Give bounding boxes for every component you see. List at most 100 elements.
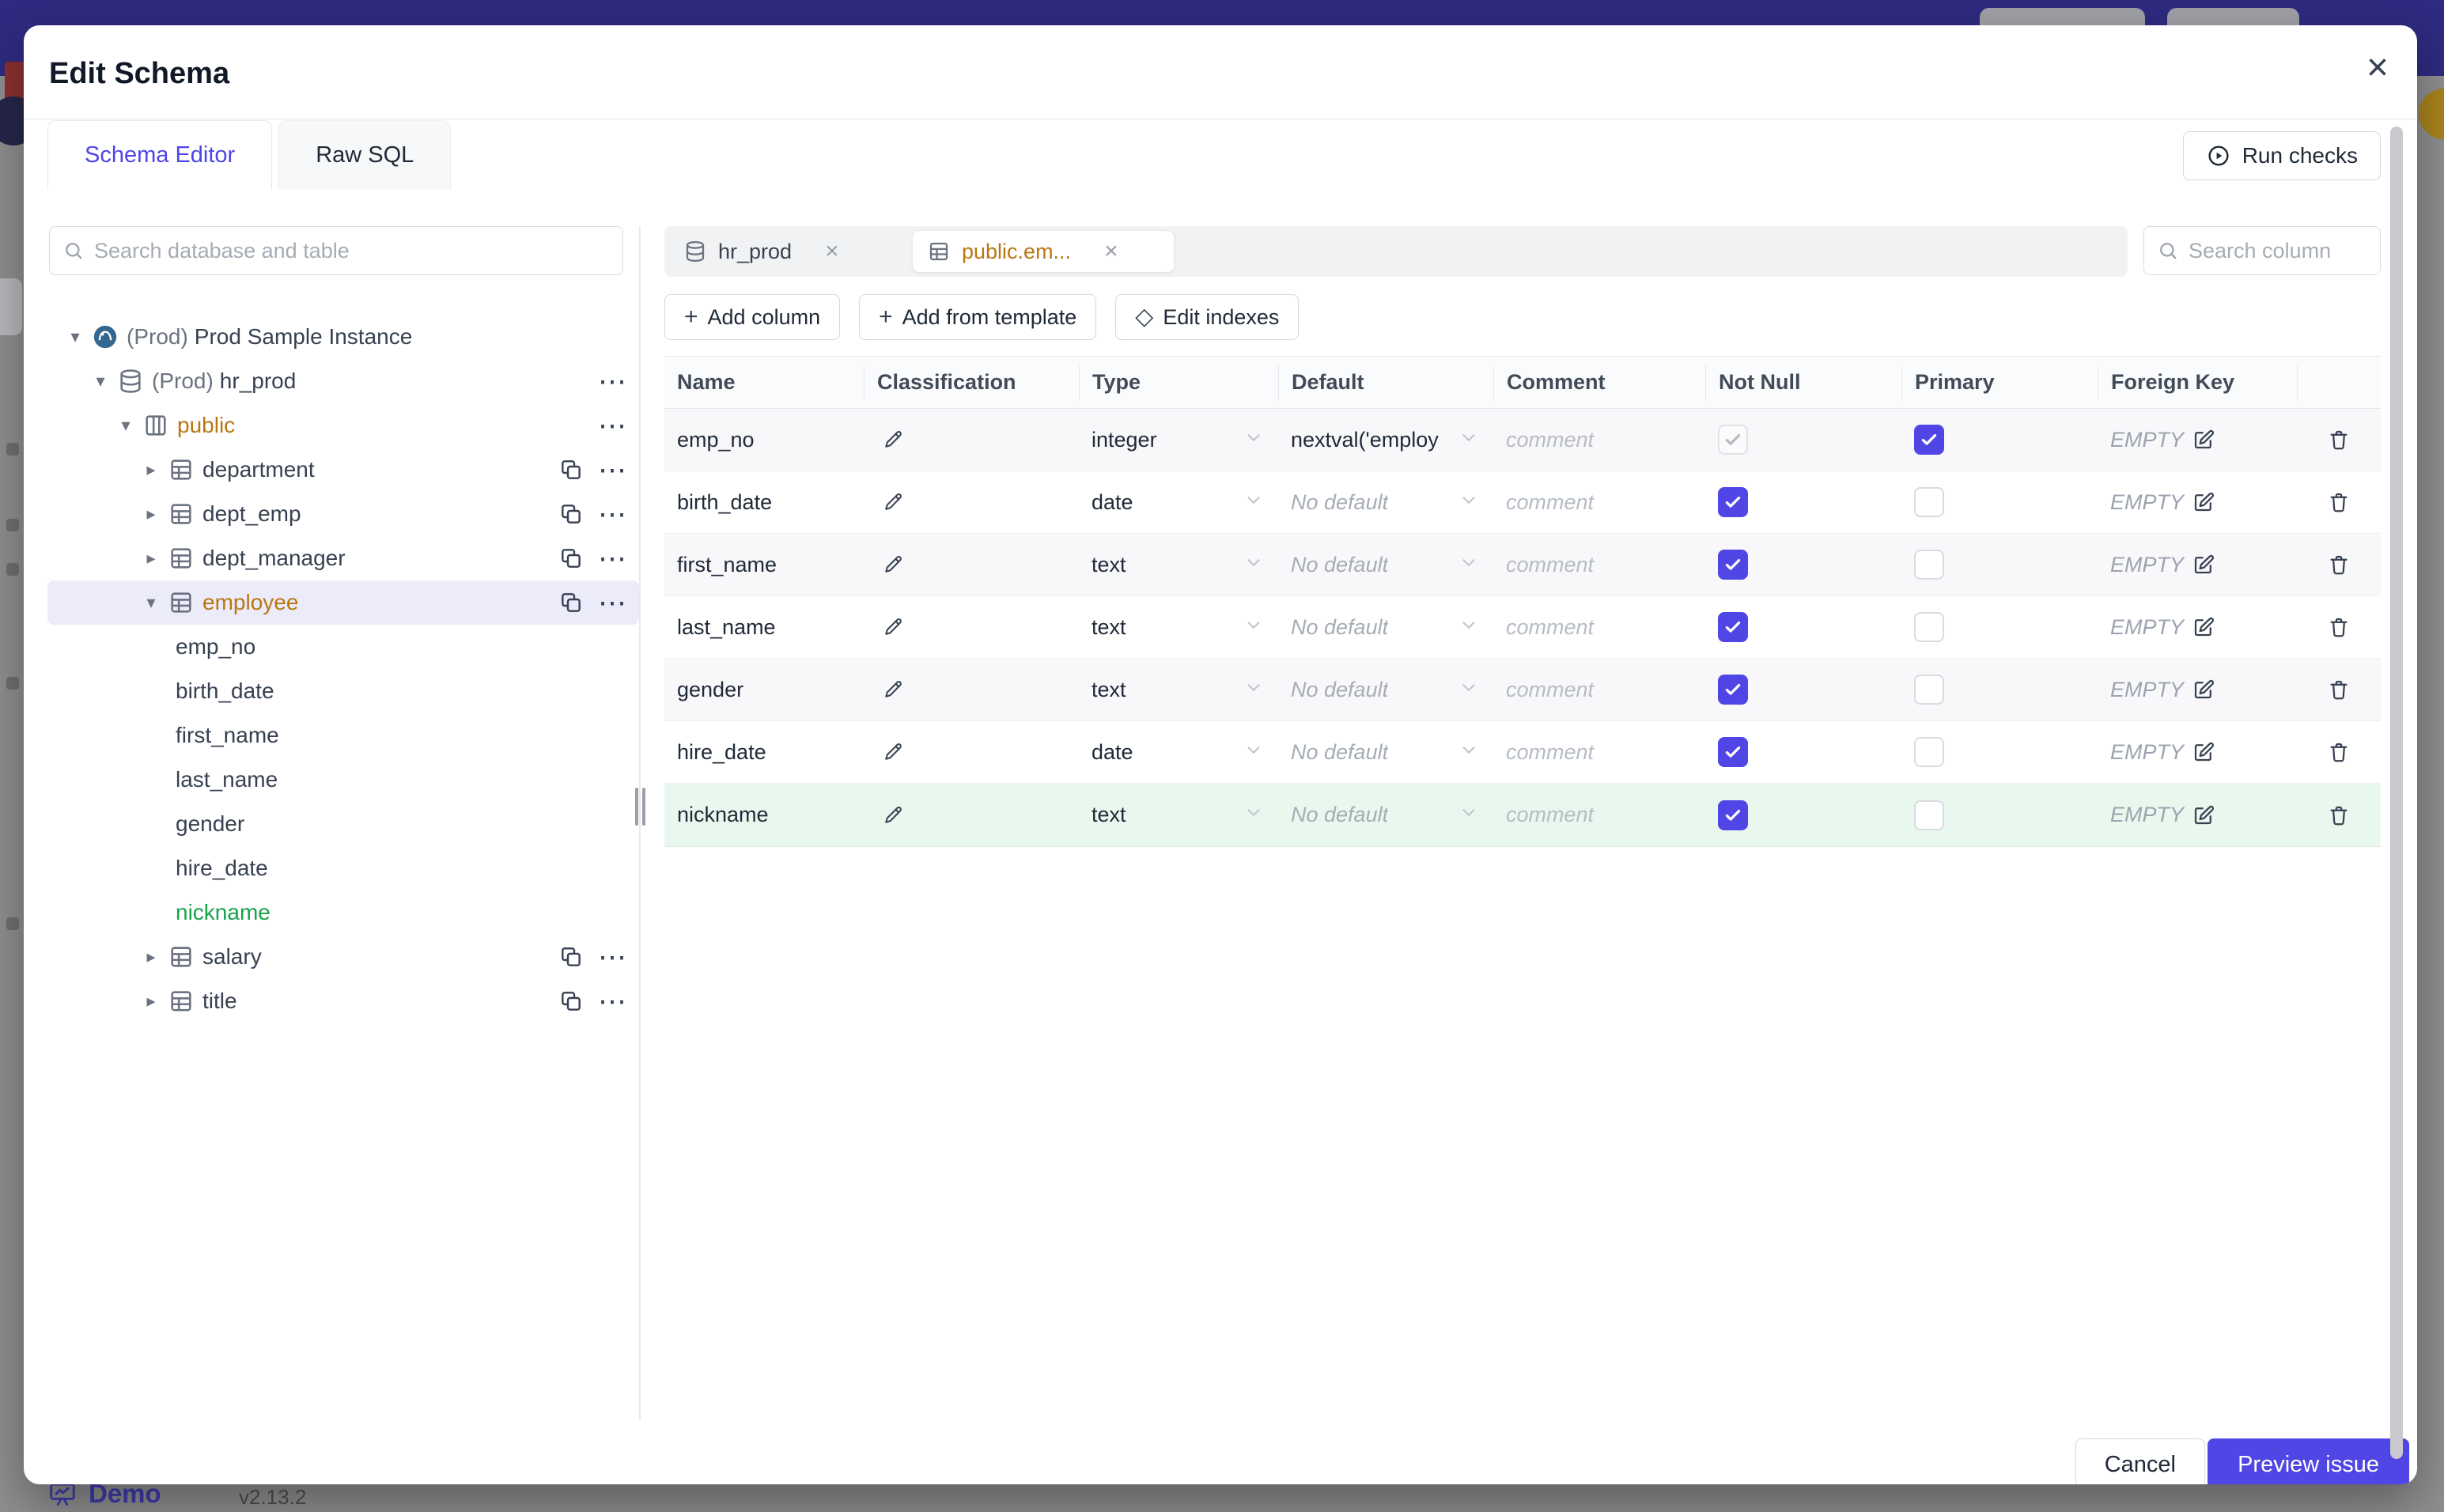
copy-icon[interactable] (558, 457, 584, 482)
primary-checkbox[interactable] (1914, 425, 1944, 455)
tree-item-column-nickname[interactable]: nickname (47, 890, 639, 935)
tree-item-schema[interactable]: ▾ public ⋯ (47, 403, 639, 448)
tree-item-table-department[interactable]: ▸ department ⋯ (47, 448, 639, 492)
comment-input[interactable]: comment (1493, 428, 1705, 452)
classification-cell[interactable] (864, 490, 1079, 514)
not-null-checkbox[interactable] (1718, 425, 1748, 455)
add-column-button[interactable]: + Add column (664, 294, 841, 340)
chevron-down-icon[interactable]: ▾ (66, 327, 84, 347)
primary-checkbox[interactable] (1914, 675, 1944, 705)
comment-input[interactable]: comment (1493, 553, 1705, 577)
edit-icon[interactable] (2192, 678, 2215, 701)
pencil-icon[interactable] (881, 428, 905, 452)
tree-item-table-title[interactable]: ▸ title ⋯ (47, 979, 639, 1023)
edit-icon[interactable] (2192, 615, 2215, 639)
chevron-right-icon[interactable]: ▸ (142, 548, 160, 569)
not-null-checkbox[interactable] (1718, 799, 1748, 830)
cancel-button[interactable]: Cancel (2075, 1438, 2205, 1484)
tree-item-column-gender[interactable]: gender (47, 802, 639, 846)
close-icon[interactable]: × (825, 238, 839, 265)
type-select[interactable]: text (1079, 552, 1278, 578)
tab-schema-editor[interactable]: Schema Editor (47, 120, 273, 190)
panel-resize-handle[interactable] (633, 784, 647, 829)
add-from-template-button[interactable]: + Add from template (859, 294, 1097, 340)
editor-tab-public-employee[interactable]: public.em... × (913, 231, 1174, 272)
copy-icon[interactable] (558, 501, 584, 527)
classification-cell[interactable] (864, 615, 1079, 639)
pencil-icon[interactable] (881, 803, 905, 827)
column-name[interactable]: emp_no (664, 428, 864, 452)
type-select[interactable]: date (1079, 739, 1278, 765)
pencil-icon[interactable] (881, 490, 905, 514)
tree-item-column-hire-date[interactable]: hire_date (47, 846, 639, 890)
copy-icon[interactable] (558, 944, 584, 970)
close-icon[interactable]: × (1104, 238, 1118, 265)
trash-icon[interactable] (2327, 615, 2351, 639)
not-null-checkbox[interactable] (1718, 487, 1748, 517)
tab-raw-sql[interactable]: Raw SQL (278, 120, 452, 190)
trash-icon[interactable] (2327, 678, 2351, 701)
comment-input[interactable]: comment (1493, 615, 1705, 640)
preview-issue-button[interactable]: Preview issue (2208, 1438, 2409, 1484)
trash-icon[interactable] (2327, 740, 2351, 764)
column-search-input[interactable] (2189, 238, 2367, 263)
chevron-right-icon[interactable]: ▸ (142, 991, 160, 1011)
primary-checkbox[interactable] (1914, 550, 1944, 580)
column-name[interactable]: birth_date (664, 490, 864, 515)
primary-checkbox[interactable] (1914, 612, 1944, 642)
not-null-checkbox[interactable] (1718, 737, 1748, 767)
database-search-input[interactable] (94, 238, 610, 263)
chevron-right-icon[interactable]: ▸ (142, 504, 160, 524)
default-select[interactable]: No default (1278, 739, 1493, 765)
primary-checkbox[interactable] (1914, 799, 1944, 830)
copy-icon[interactable] (558, 590, 584, 615)
edit-icon[interactable] (2192, 553, 2215, 576)
edit-icon[interactable] (2192, 740, 2215, 764)
tree-item-table-dept-manager[interactable]: ▸ dept_manager ⋯ (47, 536, 639, 580)
type-select[interactable]: text (1079, 614, 1278, 641)
pencil-icon[interactable] (881, 615, 905, 639)
chevron-right-icon[interactable]: ▸ (142, 947, 160, 967)
default-select[interactable]: No default (1278, 552, 1493, 578)
chevron-down-icon[interactable]: ▾ (92, 371, 109, 391)
type-select[interactable]: integer (1079, 427, 1278, 453)
tree-item-table-employee[interactable]: ▾ employee ⋯ (47, 580, 639, 625)
edit-icon[interactable] (2192, 803, 2215, 827)
tree-item-instance[interactable]: ▾ (Prod) Prod Sample Instance (47, 315, 639, 359)
comment-input[interactable]: comment (1493, 803, 1705, 827)
primary-checkbox[interactable] (1914, 487, 1944, 517)
column-name[interactable]: first_name (664, 553, 864, 577)
trash-icon[interactable] (2327, 428, 2351, 452)
run-checks-button[interactable]: Run checks (2182, 131, 2381, 180)
chevron-down-icon[interactable]: ▾ (142, 592, 160, 613)
tree-item-table-dept-emp[interactable]: ▸ dept_emp ⋯ (47, 492, 639, 536)
not-null-checkbox[interactable] (1718, 612, 1748, 642)
edit-icon[interactable] (2192, 428, 2215, 452)
column-name[interactable]: nickname (664, 803, 864, 827)
comment-input[interactable]: comment (1493, 490, 1705, 515)
primary-checkbox[interactable] (1914, 737, 1944, 767)
classification-cell[interactable] (864, 803, 1079, 827)
trash-icon[interactable] (2327, 803, 2351, 827)
pencil-icon[interactable] (881, 740, 905, 764)
type-select[interactable]: date (1079, 490, 1278, 516)
modal-scrollbar[interactable] (2390, 127, 2403, 1459)
tree-item-database[interactable]: ▾ (Prod) hr_prod ⋯ (47, 359, 639, 403)
default-select[interactable]: No default (1278, 802, 1493, 828)
default-select[interactable]: No default (1278, 490, 1493, 516)
classification-cell[interactable] (864, 553, 1079, 576)
tree-item-column-last-name[interactable]: last_name (47, 758, 639, 802)
copy-icon[interactable] (558, 546, 584, 571)
column-name[interactable]: gender (664, 678, 864, 702)
edit-icon[interactable] (2192, 490, 2215, 514)
trash-icon[interactable] (2327, 553, 2351, 576)
tree-item-column-first-name[interactable]: first_name (47, 713, 639, 758)
classification-cell[interactable] (864, 678, 1079, 701)
column-name[interactable]: hire_date (664, 740, 864, 765)
type-select[interactable]: text (1079, 802, 1278, 828)
classification-cell[interactable] (864, 428, 1079, 452)
chevron-down-icon[interactable]: ▾ (117, 415, 134, 436)
chevron-right-icon[interactable]: ▸ (142, 459, 160, 480)
not-null-checkbox[interactable] (1718, 675, 1748, 705)
pencil-icon[interactable] (881, 553, 905, 576)
